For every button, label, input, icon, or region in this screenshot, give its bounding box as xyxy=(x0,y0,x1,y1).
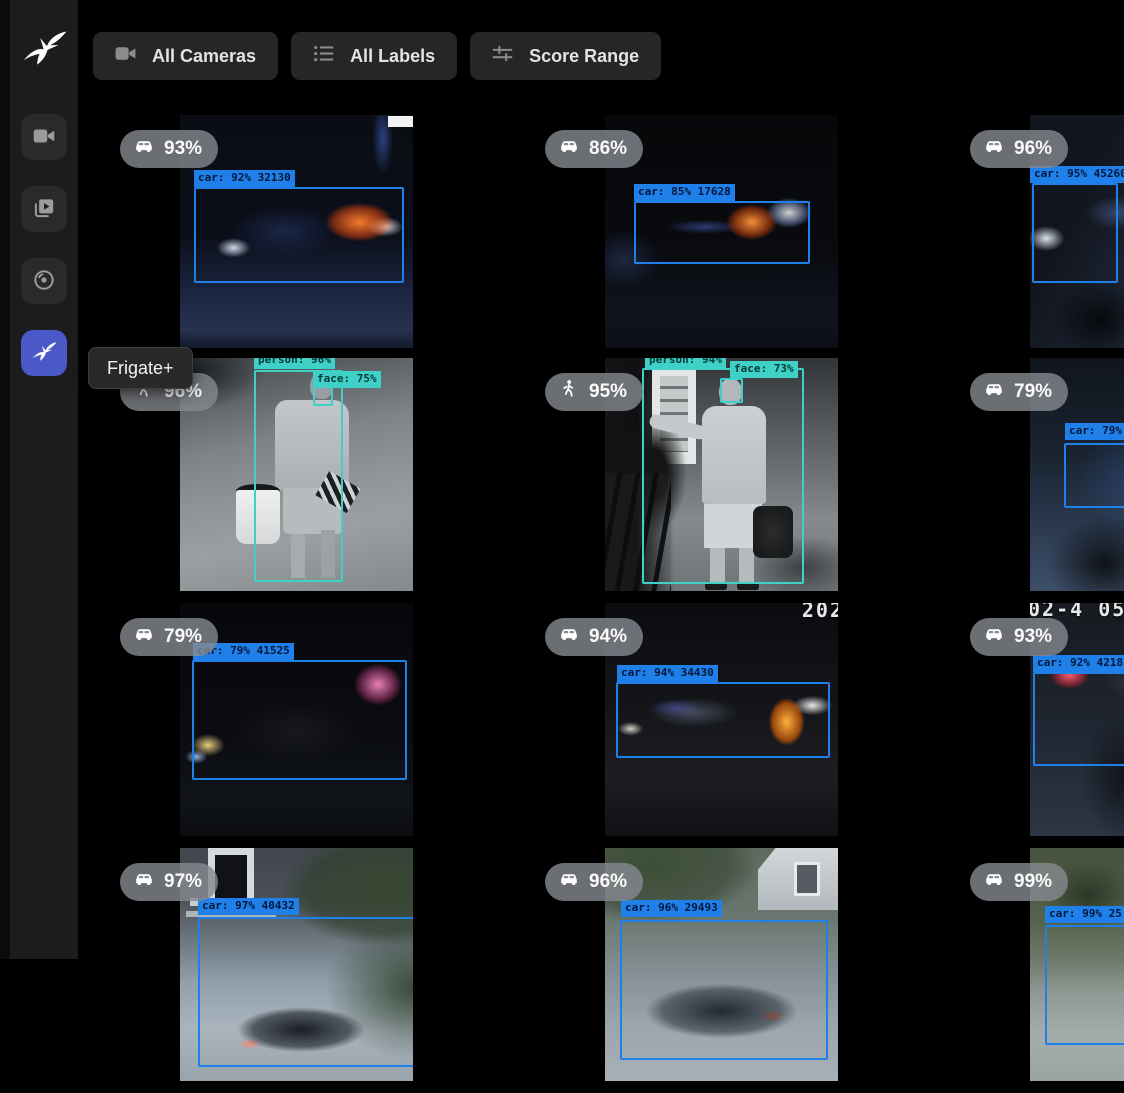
face-bbox xyxy=(720,378,743,403)
detection-label: car: 94% 34430 xyxy=(617,665,718,682)
sliders-icon xyxy=(490,41,515,71)
detection-label: car: 99% 25 xyxy=(1045,906,1124,923)
badge-score: 79% xyxy=(1014,381,1052,403)
badge-score: 93% xyxy=(164,138,202,160)
detection-bbox xyxy=(620,920,828,1060)
detection-label: car: 96% 29493 xyxy=(621,900,722,917)
camera-timestamp: 202 xyxy=(802,603,838,622)
detection-bbox xyxy=(198,917,413,1067)
event-cell: 96% person: 96% face: 75% xyxy=(112,358,537,603)
car-icon xyxy=(558,623,580,651)
detection-bbox xyxy=(1064,443,1124,508)
detection-label: car: 97% 40432 xyxy=(198,898,299,915)
badge-score: 96% xyxy=(589,871,627,893)
score-badge: 79% xyxy=(970,373,1068,411)
score-badge: 99% xyxy=(970,863,1068,901)
sidebar-item-review[interactable] xyxy=(21,186,67,232)
event-cell: 93% 02-4 05 0 car: 92% 4218 xyxy=(962,603,1124,848)
event-cell: 96% car: 95% 45260 xyxy=(962,115,1124,360)
sidebar-item-recordings[interactable] xyxy=(21,258,67,304)
car-icon xyxy=(983,623,1005,651)
car-icon xyxy=(133,868,155,896)
video-camera-icon xyxy=(113,41,138,71)
score-badge: 79% xyxy=(120,618,218,656)
detection-bbox xyxy=(1032,183,1118,283)
detection-label: car: 92% 4218 xyxy=(1033,655,1124,672)
car-icon xyxy=(983,135,1005,163)
sidebar xyxy=(10,0,78,959)
video-camera-icon xyxy=(31,123,57,152)
detection-bbox xyxy=(616,682,830,758)
event-cell: 79% car: 79% 41525 xyxy=(112,603,537,848)
sidebar-nav xyxy=(21,114,67,376)
scene-detail xyxy=(794,862,820,896)
event-cell: 93% car: 92% 32130 xyxy=(112,115,537,360)
event-cell: 79% car: 79% xyxy=(962,358,1124,603)
detection-label: person: 96% xyxy=(254,358,335,369)
scene-detail xyxy=(388,116,413,127)
event-cell: 97% car: 97% 40432 xyxy=(112,848,537,1093)
detection-label: car: 95% 45260 xyxy=(1030,166,1124,183)
video-clips-icon xyxy=(31,195,57,224)
detection-bbox xyxy=(1045,925,1124,1045)
sidebar-item-cameras[interactable] xyxy=(21,114,67,160)
frigate-plus-tooltip: Frigate+ xyxy=(88,347,193,389)
all-cameras-filter-button[interactable]: All Cameras xyxy=(93,32,278,80)
car-icon xyxy=(983,378,1005,406)
badge-score: 79% xyxy=(164,626,202,648)
badge-score: 97% xyxy=(164,871,202,893)
person-icon xyxy=(558,378,580,406)
face-label: face: 73% xyxy=(730,361,798,378)
face-label: face: 75% xyxy=(313,371,381,388)
detection-label: car: 85% 17628 xyxy=(634,184,735,201)
window-edge xyxy=(0,0,10,959)
car-icon xyxy=(133,135,155,163)
detection-bbox xyxy=(194,187,404,283)
detection-label: person: 94% xyxy=(645,358,726,369)
car-icon xyxy=(133,623,155,651)
detection-label: car: 92% 32130 xyxy=(194,170,295,187)
badge-score: 94% xyxy=(589,626,627,648)
all-cameras-label: All Cameras xyxy=(152,46,256,67)
score-badge: 97% xyxy=(120,863,218,901)
car-icon xyxy=(983,868,1005,896)
detection-bbox xyxy=(192,660,407,780)
score-badge: 95% xyxy=(545,373,643,411)
event-cell: 94% 202 car: 94% 34430 xyxy=(537,603,962,848)
frigate-bird-icon xyxy=(19,24,69,74)
score-badge: 93% xyxy=(970,618,1068,656)
score-range-filter-button[interactable]: Score Range xyxy=(470,32,661,80)
badge-score: 86% xyxy=(589,138,627,160)
disc-icon xyxy=(31,267,57,296)
event-cell: 95% person: 94% face: 73% xyxy=(537,358,962,603)
badge-score: 95% xyxy=(589,381,627,403)
event-cell: 96% car: 96% 29493 xyxy=(537,848,962,1093)
badge-score: 93% xyxy=(1014,626,1052,648)
car-icon xyxy=(558,868,580,896)
frigate-bird-icon xyxy=(30,338,58,369)
car-icon xyxy=(558,135,580,163)
score-badge: 86% xyxy=(545,130,643,168)
score-badge: 96% xyxy=(545,863,643,901)
badge-score: 99% xyxy=(1014,871,1052,893)
score-badge: 94% xyxy=(545,618,643,656)
filter-bar: All Cameras All Labels Score Range xyxy=(93,32,661,80)
score-badge: 93% xyxy=(120,130,218,168)
tooltip-label: Frigate+ xyxy=(107,358,174,379)
list-icon xyxy=(311,41,336,71)
detection-bbox xyxy=(634,201,810,264)
score-range-label: Score Range xyxy=(529,46,639,67)
frigate-logo xyxy=(19,24,69,74)
detection-bbox xyxy=(1033,672,1124,766)
sidebar-item-frigate-plus[interactable] xyxy=(21,330,67,376)
detection-label: car: 79% xyxy=(1065,423,1124,440)
event-cell: 99% car: 99% 25 xyxy=(962,848,1124,1093)
event-cell: 86% car: 85% 17628 xyxy=(537,115,962,360)
badge-score: 96% xyxy=(1014,138,1052,160)
all-labels-label: All Labels xyxy=(350,46,435,67)
score-badge: 96% xyxy=(970,130,1068,168)
all-labels-filter-button[interactable]: All Labels xyxy=(291,32,457,80)
